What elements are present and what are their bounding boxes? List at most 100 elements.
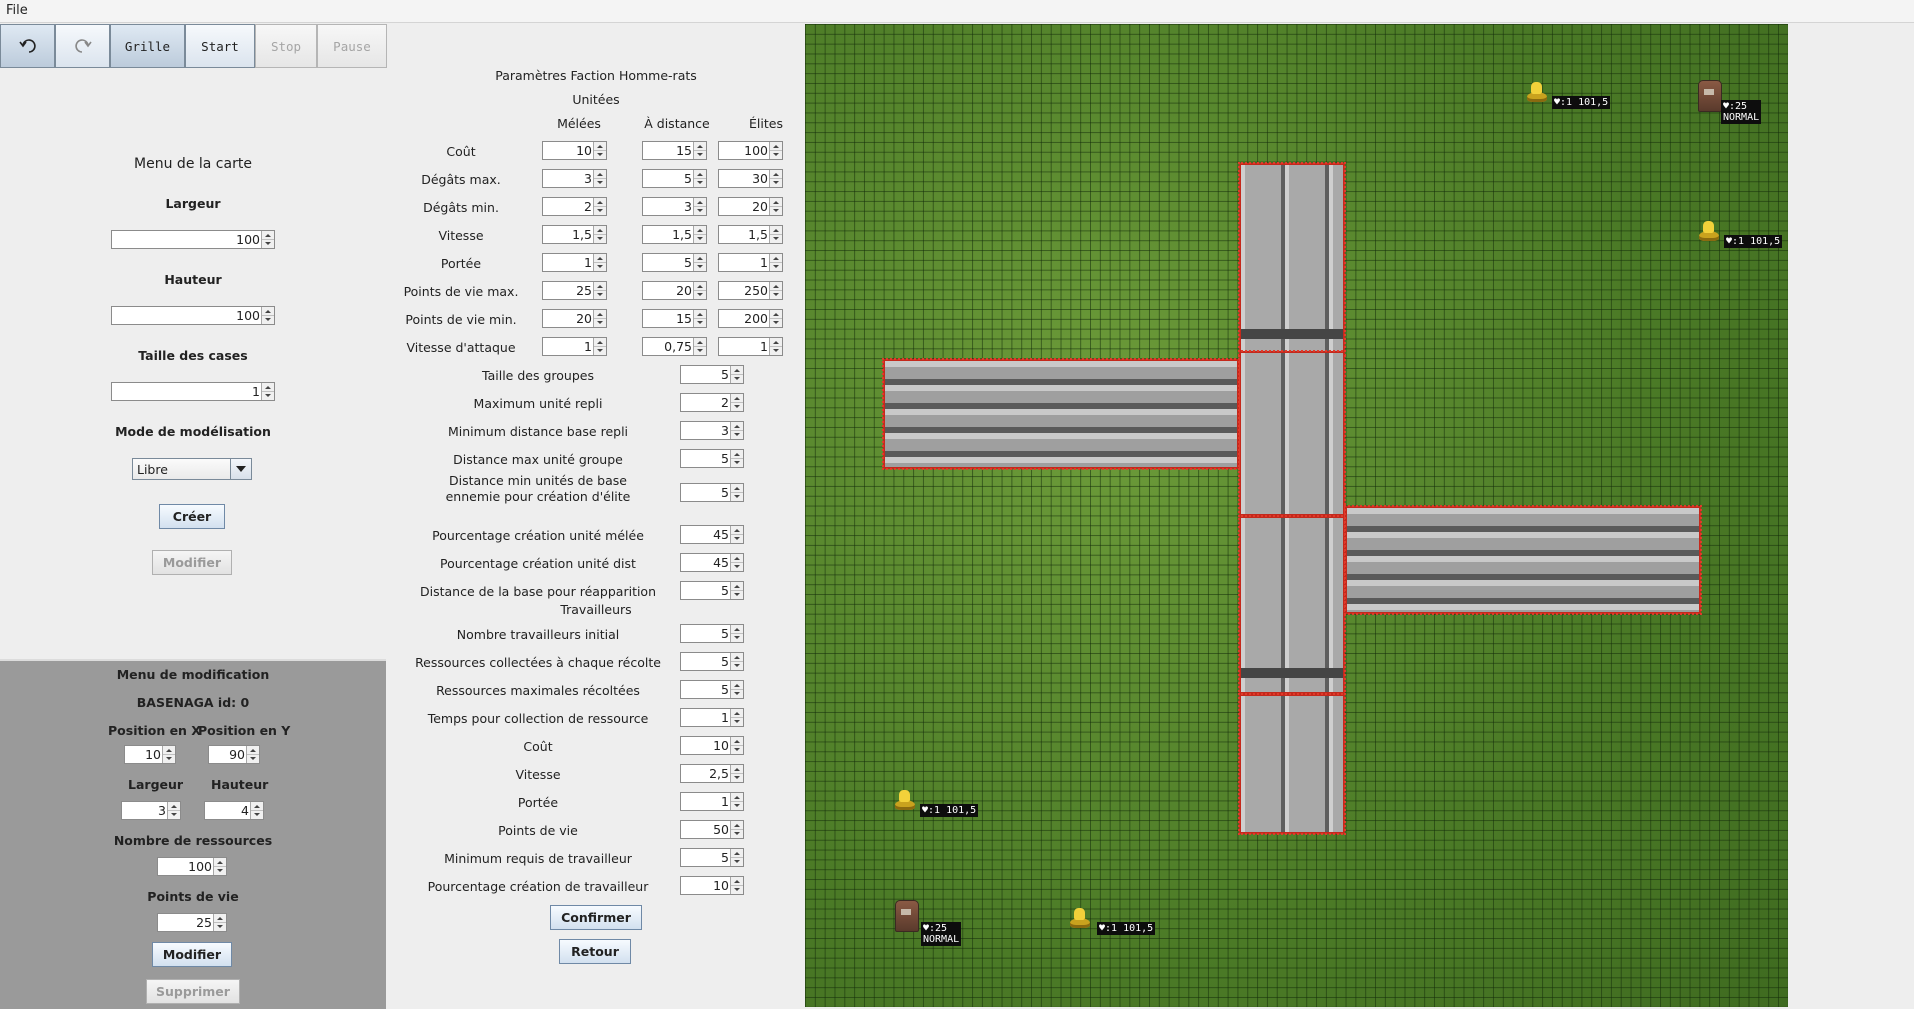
gold-resource-icon[interactable] <box>1525 82 1549 102</box>
worker-param-spinner[interactable]: 5 <box>680 652 744 671</box>
ranged-param-spinner[interactable]: 5 <box>642 169 707 188</box>
spinner-arrows-icon[interactable] <box>730 394 743 411</box>
worker-param-spinner[interactable]: 1 <box>680 792 744 811</box>
spinner-arrows-icon[interactable] <box>250 802 263 819</box>
melee-param-spinner[interactable]: 3 <box>542 169 607 188</box>
spinner-arrows-icon[interactable] <box>593 142 606 159</box>
spinner-arrows-icon[interactable] <box>693 282 706 299</box>
base-icon[interactable] <box>1698 80 1722 112</box>
melee-param-spinner[interactable]: 20 <box>542 309 607 328</box>
elite-param-spinner[interactable]: 20 <box>718 197 783 216</box>
spinner-arrows-icon[interactable] <box>693 310 706 327</box>
spinner-arrows-icon[interactable] <box>213 914 226 931</box>
spinner-arrows-icon[interactable] <box>730 582 743 599</box>
melee-param-spinner[interactable]: 1 <box>542 337 607 356</box>
worker-param-spinner[interactable]: 5 <box>680 624 744 643</box>
elite-param-spinner[interactable]: 30 <box>718 169 783 188</box>
posx-spinner[interactable]: 10 <box>124 745 176 764</box>
worker-param-spinner[interactable]: 10 <box>680 736 744 755</box>
group-param-spinner[interactable]: 2 <box>680 393 744 412</box>
ranged-param-spinner[interactable]: 15 <box>642 309 707 328</box>
spinner-arrows-icon[interactable] <box>730 821 743 838</box>
grid-button[interactable]: Grille <box>110 24 185 68</box>
ranged-param-spinner[interactable]: 15 <box>642 141 707 160</box>
undo-button[interactable] <box>0 24 55 68</box>
create-button[interactable]: Créer <box>159 504 225 529</box>
elite-param-spinner[interactable]: 250 <box>718 281 783 300</box>
spinner-arrows-icon[interactable] <box>730 709 743 726</box>
spinner-arrows-icon[interactable] <box>261 383 274 400</box>
map-canvas[interactable]: ♥:1 101,5 ♥:1 101,5 ♥:1 101,5 ♥:1 101,5 … <box>805 24 1788 1007</box>
worker-param-spinner[interactable]: 10 <box>680 876 744 895</box>
spinner-arrows-icon[interactable] <box>213 858 226 875</box>
spinner-arrows-icon[interactable] <box>769 282 782 299</box>
spinner-arrows-icon[interactable] <box>593 282 606 299</box>
resources-spinner[interactable]: 100 <box>157 857 227 876</box>
spinner-arrows-icon[interactable] <box>693 338 706 355</box>
modify-map-button[interactable]: Modifier <box>152 550 232 575</box>
stop-button[interactable]: Stop <box>255 24 317 68</box>
spinner-arrows-icon[interactable] <box>730 681 743 698</box>
posy-spinner[interactable]: 90 <box>208 745 260 764</box>
map-height-spinner[interactable]: 100 <box>111 306 275 325</box>
spinner-arrows-icon[interactable] <box>693 198 706 215</box>
group-param-spinner[interactable]: 5 <box>680 483 744 502</box>
group-param-spinner[interactable]: 45 <box>680 525 744 544</box>
ranged-param-spinner[interactable]: 0,75 <box>642 337 707 356</box>
ranged-param-spinner[interactable]: 1,5 <box>642 225 707 244</box>
spinner-arrows-icon[interactable] <box>593 254 606 271</box>
start-button[interactable]: Start <box>185 24 255 68</box>
elite-param-spinner[interactable]: 100 <box>718 141 783 160</box>
spinner-arrows-icon[interactable] <box>730 526 743 543</box>
group-param-spinner[interactable]: 3 <box>680 421 744 440</box>
confirm-button[interactable]: Confirmer <box>550 905 642 930</box>
spinner-arrows-icon[interactable] <box>593 198 606 215</box>
worker-param-spinner[interactable]: 1 <box>680 708 744 727</box>
spinner-arrows-icon[interactable] <box>593 338 606 355</box>
spinner-arrows-icon[interactable] <box>769 142 782 159</box>
melee-param-spinner[interactable]: 10 <box>542 141 607 160</box>
spinner-arrows-icon[interactable] <box>246 746 259 763</box>
gold-resource-icon[interactable] <box>1697 221 1721 241</box>
elite-param-spinner[interactable]: 1 <box>718 253 783 272</box>
spinner-arrows-icon[interactable] <box>730 793 743 810</box>
entity-height-spinner[interactable]: 4 <box>204 801 264 820</box>
gold-resource-icon[interactable] <box>1068 908 1092 928</box>
spinner-arrows-icon[interactable] <box>730 877 743 894</box>
spinner-arrows-icon[interactable] <box>730 765 743 782</box>
spinner-arrows-icon[interactable] <box>693 226 706 243</box>
group-param-spinner[interactable]: 5 <box>680 581 744 600</box>
elite-param-spinner[interactable]: 1 <box>718 337 783 356</box>
spinner-arrows-icon[interactable] <box>769 198 782 215</box>
spinner-arrows-icon[interactable] <box>730 422 743 439</box>
cell-size-spinner[interactable]: 1 <box>111 382 275 401</box>
ranged-param-spinner[interactable]: 5 <box>642 253 707 272</box>
spinner-arrows-icon[interactable] <box>162 746 175 763</box>
ranged-param-spinner[interactable]: 20 <box>642 281 707 300</box>
spinner-arrows-icon[interactable] <box>261 231 274 248</box>
spinner-arrows-icon[interactable] <box>730 366 743 383</box>
spinner-arrows-icon[interactable] <box>730 849 743 866</box>
mode-select[interactable]: Libre <box>132 458 252 480</box>
spinner-arrows-icon[interactable] <box>730 737 743 754</box>
worker-param-spinner[interactable]: 5 <box>680 680 744 699</box>
spinner-arrows-icon[interactable] <box>261 307 274 324</box>
elite-param-spinner[interactable]: 200 <box>718 309 783 328</box>
map-width-spinner[interactable]: 100 <box>111 230 275 249</box>
base-icon[interactable] <box>895 900 919 932</box>
redo-button[interactable] <box>55 24 110 68</box>
group-param-spinner[interactable]: 5 <box>680 365 744 384</box>
spinner-arrows-icon[interactable] <box>769 310 782 327</box>
spinner-arrows-icon[interactable] <box>167 802 180 819</box>
elite-param-spinner[interactable]: 1,5 <box>718 225 783 244</box>
file-menu[interactable]: File <box>6 3 28 18</box>
chevron-down-icon[interactable] <box>230 459 251 479</box>
spinner-arrows-icon[interactable] <box>730 484 743 501</box>
worker-param-spinner[interactable]: 50 <box>680 820 744 839</box>
pause-button[interactable]: Pause <box>317 24 387 68</box>
group-param-spinner[interactable]: 5 <box>680 449 744 468</box>
melee-param-spinner[interactable]: 25 <box>542 281 607 300</box>
worker-param-spinner[interactable]: 2,5 <box>680 764 744 783</box>
spinner-arrows-icon[interactable] <box>730 554 743 571</box>
spinner-arrows-icon[interactable] <box>593 170 606 187</box>
